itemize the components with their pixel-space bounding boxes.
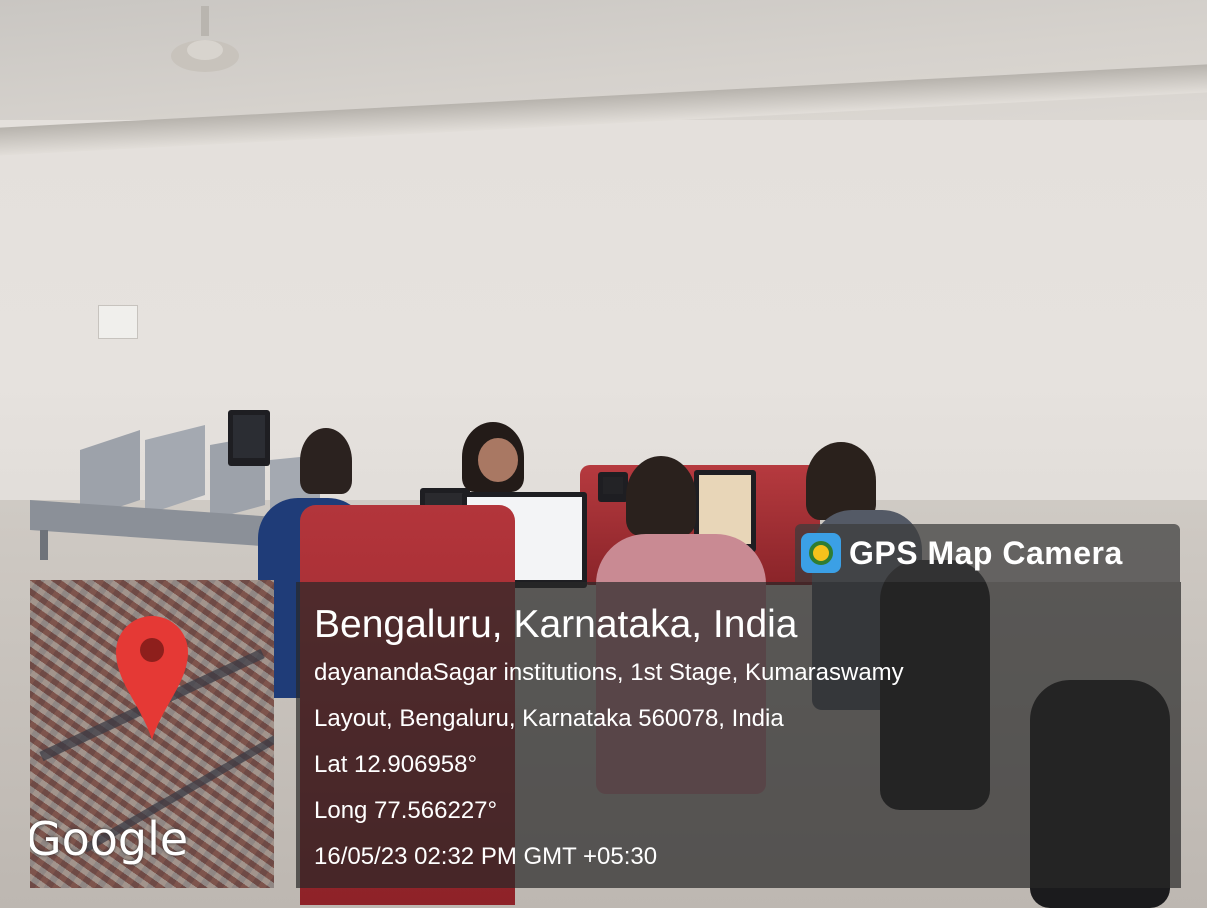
address-line: Layout, Bengaluru, Karnataka 560078, Ind… — [314, 705, 784, 732]
latitude: Lat 12.906958° — [314, 751, 478, 778]
address-line: dayanandaSagar institutions, 1st Stage, … — [314, 659, 904, 686]
person-head — [300, 428, 352, 494]
gps-map-camera-badge: GPS Map Camera — [795, 524, 1180, 582]
map-thumbnail: Google — [30, 580, 274, 888]
map-pin-icon — [116, 616, 188, 740]
monitor — [228, 410, 270, 466]
timestamp: 16/05/23 02:32 PM GMT +05:30 — [314, 843, 658, 870]
badge-title: GPS Map Camera — [849, 534, 1123, 571]
wall-sign — [98, 305, 138, 339]
person-face — [478, 438, 518, 482]
ceiling-fan-icon — [171, 6, 239, 72]
monitor — [598, 472, 628, 502]
longitude: Long 77.566227° — [314, 797, 498, 824]
location-info-panel: Bengaluru, Karnataka, India dayanandaSag… — [296, 582, 1181, 888]
gps-map-camera-logo-icon — [801, 533, 841, 573]
google-label: Google — [30, 812, 189, 866]
location-city: Bengaluru, Karnataka, India — [314, 603, 798, 646]
person-head — [806, 442, 876, 520]
person-head — [626, 456, 696, 536]
